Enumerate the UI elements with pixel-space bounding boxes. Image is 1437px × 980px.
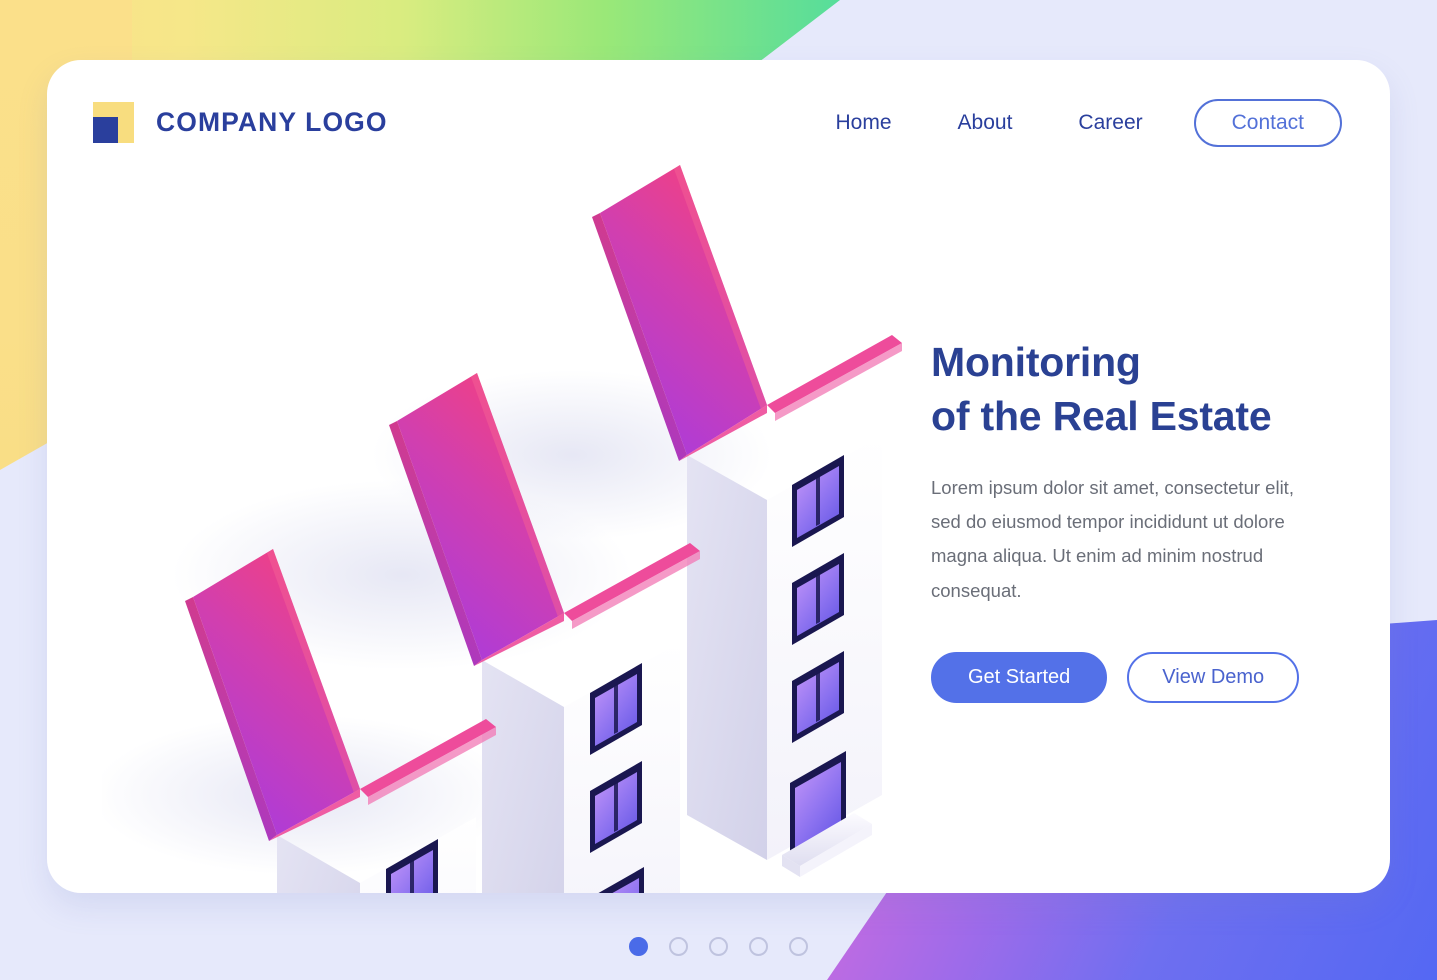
- carousel-dot-4[interactable]: [749, 937, 768, 956]
- page-title: Monitoring of the Real Estate: [931, 339, 1272, 439]
- carousel-dot-1[interactable]: [629, 937, 648, 956]
- cta-row: Get Started View Demo: [931, 651, 1331, 703]
- hero-card: COMPANY LOGO Home About Career Contact M…: [47, 60, 1390, 893]
- logo-square-icon: [93, 102, 134, 143]
- hero-content: Monitoring of the Real Estate Lorem ipsu…: [931, 336, 1331, 703]
- main-nav: Home About Career Contact: [803, 98, 1342, 147]
- get-started-button[interactable]: Get Started: [931, 651, 1108, 703]
- logo-inner-square-icon: [93, 117, 118, 143]
- logo-text: COMPANY LOGO: [156, 107, 388, 137]
- isometric-houses-illustration: [102, 155, 902, 893]
- page-root: COMPANY LOGO Home About Career Contact M…: [0, 0, 1437, 980]
- hero-description: Lorem ipsum dolor sit amet, consectetur …: [931, 477, 1294, 601]
- nav-item-career[interactable]: Career: [1045, 111, 1175, 135]
- logo[interactable]: COMPANY LOGO: [93, 102, 388, 143]
- nav-contact-button[interactable]: Contact: [1193, 98, 1342, 147]
- carousel-dot-2[interactable]: [669, 937, 688, 956]
- carousel-dot-3[interactable]: [709, 937, 728, 956]
- nav-item-home[interactable]: Home: [803, 111, 925, 135]
- carousel-pagination: [0, 937, 1437, 956]
- nav-item-about[interactable]: About: [925, 111, 1046, 135]
- carousel-dot-5[interactable]: [789, 937, 808, 956]
- view-demo-button[interactable]: View Demo: [1127, 651, 1300, 703]
